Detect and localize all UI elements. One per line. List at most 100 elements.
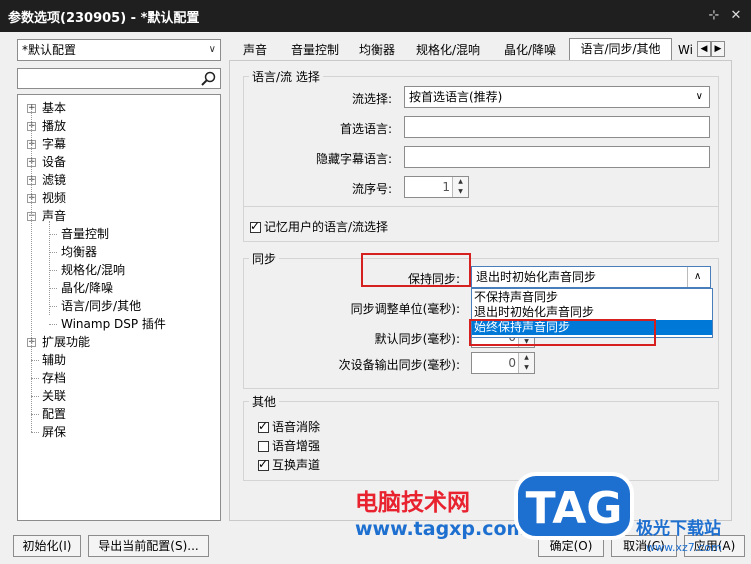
tree-item-label: 音量控制 bbox=[61, 227, 110, 241]
spin-up-icon[interactable]: ▲ bbox=[453, 177, 468, 187]
other-option-label: 互换声道 bbox=[272, 458, 321, 472]
tree-item[interactable]: 规格化/混响 bbox=[61, 261, 125, 279]
highlight-box-option bbox=[469, 319, 656, 346]
tree-connector bbox=[49, 288, 57, 289]
tree-connector bbox=[31, 396, 39, 397]
checkbox-box: ✓ bbox=[258, 419, 269, 433]
default-sync-label: 默认同步(毫秒): bbox=[374, 332, 460, 346]
init-button[interactable]: 初始化(I) bbox=[13, 535, 81, 557]
tree-connector bbox=[31, 108, 32, 432]
tree-item-label: 设备 bbox=[42, 155, 67, 169]
tree-item-label: 均衡器 bbox=[61, 245, 98, 259]
tree-item[interactable]: 滤镜 bbox=[42, 171, 66, 189]
tree-item[interactable]: 音量控制 bbox=[61, 225, 109, 243]
profile-combo[interactable]: *默认配置 ∨ bbox=[17, 39, 221, 61]
other-option-label: 语音增强 bbox=[272, 439, 321, 453]
checkbox-box: ✓ bbox=[250, 219, 261, 233]
tree-item[interactable]: 语言/同步/其他 bbox=[61, 297, 141, 315]
checkbox-box bbox=[258, 441, 269, 452]
hidden-sub-label: 隐藏字幕语言: bbox=[315, 152, 392, 166]
dropdown-option[interactable]: 退出时初始化声音同步 bbox=[472, 305, 712, 320]
tree-item[interactable]: 声音 bbox=[42, 207, 66, 225]
pin-icon[interactable]: ⊹ bbox=[704, 6, 724, 26]
tree-item[interactable]: 辅助 bbox=[42, 351, 66, 369]
stream-select-value: 按首选语言(推荐) bbox=[409, 90, 503, 104]
tree-item[interactable]: 视频 bbox=[42, 189, 66, 207]
tree-item[interactable]: 播放 bbox=[42, 117, 66, 135]
secondary-sync-spinner[interactable]: 0 ▲ ▼ bbox=[471, 352, 535, 374]
spin-up-icon[interactable]: ▲ bbox=[519, 353, 534, 363]
other-option-checkbox[interactable]: ✓ 互换声道 bbox=[258, 456, 320, 473]
hidden-sub-input[interactable] bbox=[404, 146, 710, 168]
export-config-button[interactable]: 导出当前配置(S)... bbox=[88, 535, 209, 557]
tab-item[interactable]: 音量控制 bbox=[282, 40, 348, 60]
tree-item-label: 规格化/混响 bbox=[61, 263, 126, 277]
tree-item[interactable]: Winamp DSP 插件 bbox=[61, 315, 166, 333]
secondary-sync-value: 0 bbox=[508, 356, 516, 370]
tab-item[interactable]: 语言/同步/其他 bbox=[569, 38, 672, 62]
tree-item[interactable]: 设备 bbox=[42, 153, 66, 171]
tree-item-label: 扩展功能 bbox=[42, 335, 91, 349]
watermark-sub-text: 极光下载站 bbox=[636, 519, 721, 539]
tab-item[interactable]: 声音 bbox=[232, 40, 278, 60]
spin-down-icon[interactable]: ▼ bbox=[519, 363, 534, 373]
preferred-lang-label: 首选语言: bbox=[339, 122, 392, 136]
tree-item-label: 视频 bbox=[42, 191, 67, 205]
tab-item[interactable]: 规格化/混响 bbox=[408, 40, 488, 60]
tree-item[interactable]: 均衡器 bbox=[61, 243, 97, 261]
chevron-down-icon: ∨ bbox=[208, 44, 216, 55]
tab-item[interactable]: 均衡器 bbox=[352, 40, 402, 60]
highlight-box-label bbox=[361, 253, 471, 287]
stream-no-spinner[interactable]: 1 ▲ ▼ bbox=[404, 176, 469, 198]
tree-item-label: 声音 bbox=[42, 209, 67, 223]
tree-item[interactable]: 存档 bbox=[42, 369, 66, 387]
tree-connector bbox=[31, 360, 39, 361]
tab-scroll-right-icon[interactable]: ▶ bbox=[711, 41, 725, 57]
other-option-label: 语音消除 bbox=[272, 420, 321, 434]
search-input[interactable] bbox=[17, 68, 221, 89]
tree-connector bbox=[31, 414, 39, 415]
tree-connector bbox=[49, 324, 57, 325]
tree-item-label: 辅助 bbox=[42, 353, 67, 367]
remember-lang-label: 记忆用户的语言/流选择 bbox=[264, 220, 389, 234]
stream-select[interactable]: 按首选语言(推荐) ∨ bbox=[404, 86, 710, 108]
tree-item[interactable]: 关联 bbox=[42, 387, 66, 405]
tab-item[interactable]: 晶化/降噪 bbox=[494, 40, 566, 60]
tree-connector bbox=[49, 234, 57, 235]
tab-scroll-left-icon[interactable]: ◀ bbox=[697, 41, 711, 57]
other-option-checkbox[interactable]: ✓ 语音消除 bbox=[258, 418, 320, 435]
tree-item[interactable]: 基本 bbox=[42, 99, 66, 117]
tree-item[interactable]: 屏保 bbox=[42, 423, 66, 441]
watermark-sub-url: www.xz7.com bbox=[646, 541, 722, 554]
check-icon: ✓ bbox=[258, 419, 269, 433]
watermark-logo: TAG bbox=[514, 472, 634, 540]
tree-item-label: 语言/同步/其他 bbox=[61, 299, 142, 313]
close-icon[interactable]: ✕ bbox=[726, 6, 746, 26]
tree-item-label: 播放 bbox=[42, 119, 67, 133]
spin-down-icon[interactable]: ▼ bbox=[453, 187, 468, 197]
stream-no-label: 流序号: bbox=[351, 182, 392, 196]
tree-item-label: 关联 bbox=[42, 389, 67, 403]
other-option-checkbox[interactable]: 语音增强 bbox=[258, 437, 320, 454]
tree-item[interactable]: 扩展功能 bbox=[42, 333, 90, 351]
tree-item[interactable]: 配置 bbox=[42, 405, 66, 423]
tree-connector bbox=[49, 221, 50, 315]
tab-item[interactable]: Wi bbox=[678, 40, 698, 60]
chevron-up-icon: ∧ bbox=[687, 267, 710, 287]
check-icon: ✓ bbox=[258, 457, 269, 471]
keep-sync-select[interactable]: 退出时初始化声音同步 ∧ bbox=[471, 266, 711, 288]
watermark-logo-text: TAG bbox=[526, 483, 623, 534]
settings-tree: 基本 + 播放 + 字幕 + 设备 + 滤镜 + 视频 + 声音 − 音量控制 均衡器 规格化/混响 晶化/降噪语… bbox=[17, 94, 221, 521]
tree-item-label: 存档 bbox=[42, 371, 67, 385]
adjust-unit-label: 同步调整单位(毫秒): bbox=[350, 302, 460, 316]
keep-sync-value: 退出时初始化声音同步 bbox=[476, 270, 597, 284]
search-icon[interactable] bbox=[200, 71, 217, 87]
dropdown-option[interactable]: 不保持声音同步 bbox=[472, 290, 712, 305]
watermark-url: www.tagxp.com bbox=[355, 518, 527, 540]
other-group-title: 其他 bbox=[249, 393, 280, 410]
preferred-lang-input[interactable] bbox=[404, 116, 710, 138]
tree-item[interactable]: 晶化/降噪 bbox=[61, 279, 113, 297]
remember-lang-checkbox[interactable]: ✓ 记忆用户的语言/流选择 bbox=[250, 218, 388, 235]
tree-item[interactable]: 字幕 bbox=[42, 135, 66, 153]
window-title: 参数选项(230905) - *默认配置 bbox=[8, 11, 200, 26]
